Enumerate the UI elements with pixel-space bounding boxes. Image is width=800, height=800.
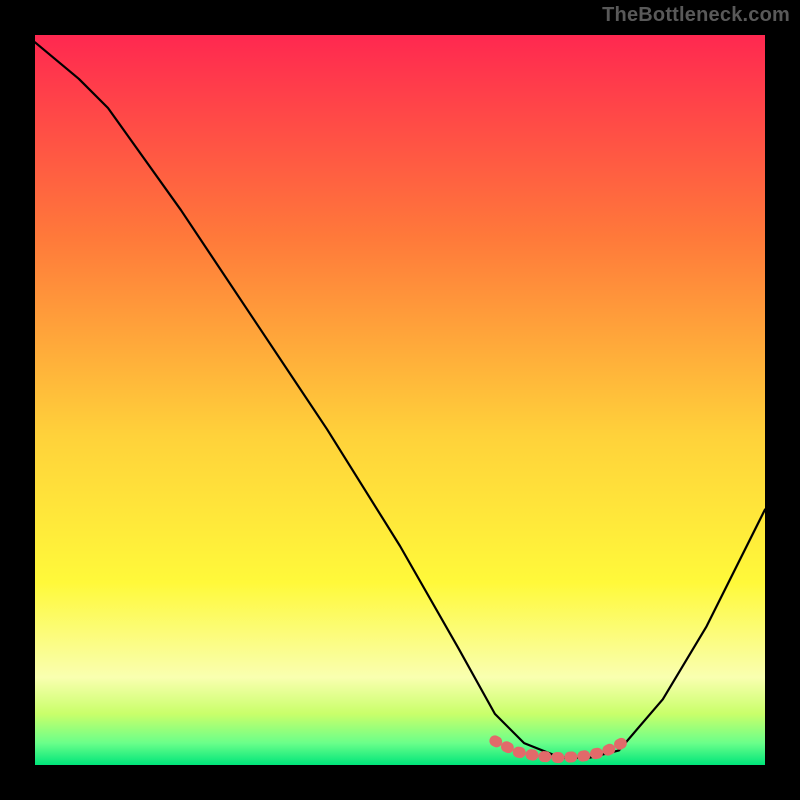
bottleneck-chart: [0, 0, 800, 800]
chart-stage: TheBottleneck.com: [0, 0, 800, 800]
plot-area: [35, 35, 765, 765]
watermark-text: TheBottleneck.com: [602, 4, 790, 27]
